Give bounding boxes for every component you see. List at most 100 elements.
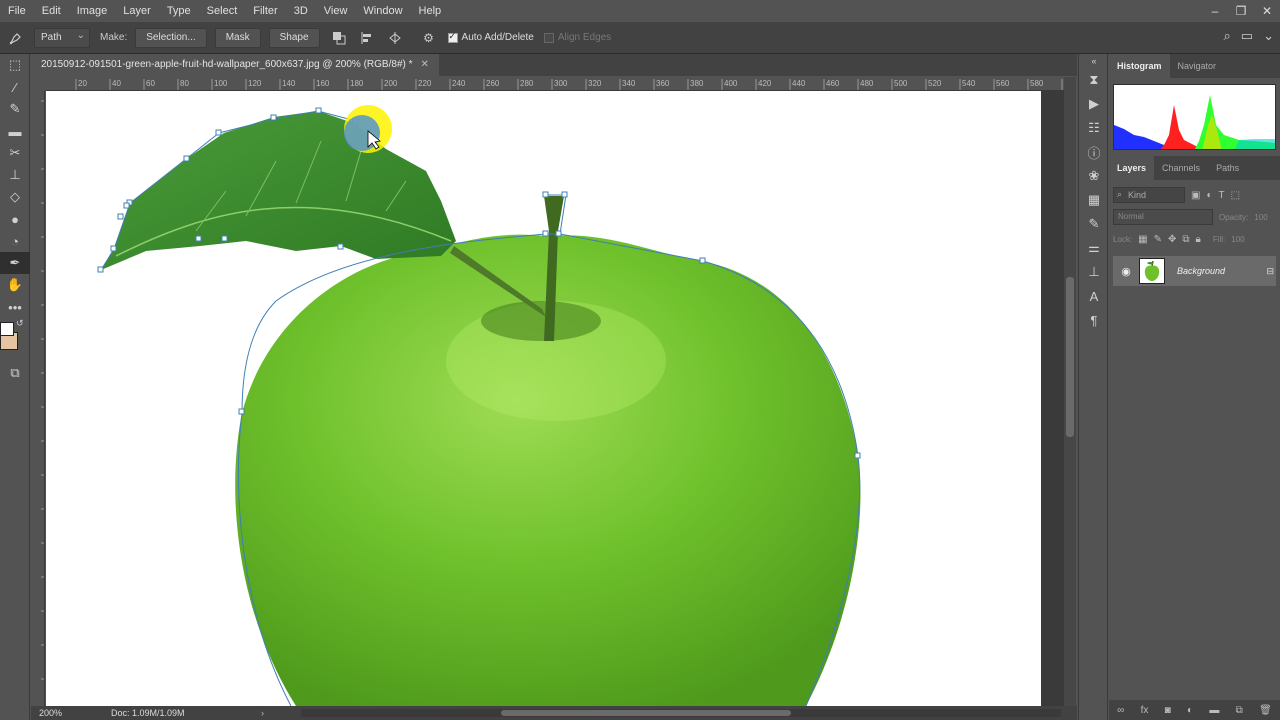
menu-help[interactable]: Help bbox=[411, 0, 450, 22]
paragraph-icon[interactable]: ¶ bbox=[1079, 308, 1109, 332]
make-shape-button[interactable]: Shape bbox=[268, 27, 320, 48]
opacity-value[interactable]: 100 bbox=[1254, 213, 1267, 222]
adjustment-layer-icon[interactable]: ◐ bbox=[1187, 705, 1193, 716]
blur-tool[interactable]: ● bbox=[0, 208, 30, 230]
menu-window[interactable]: Window bbox=[355, 0, 410, 22]
panel-menu-icon[interactable]: ⌄ bbox=[1263, 28, 1274, 44]
workspace-icon[interactable]: ▭ bbox=[1241, 28, 1253, 44]
minimize-button[interactable]: – bbox=[1202, 0, 1228, 22]
dodge-tool[interactable]: ◔ bbox=[0, 230, 30, 252]
eyedropper-tool[interactable]: ✎ bbox=[0, 98, 30, 120]
swap-colors-icon[interactable]: ↺ bbox=[16, 318, 24, 329]
menu-filter[interactable]: Filter bbox=[245, 0, 285, 22]
layer-style-icon[interactable]: fx bbox=[1141, 705, 1149, 716]
foreground-color-swatch[interactable] bbox=[0, 322, 14, 336]
crop-tool[interactable]: ✂ bbox=[0, 142, 30, 164]
color-icon[interactable]: ❀ bbox=[1079, 164, 1109, 188]
filter-type-icon[interactable]: T bbox=[1219, 190, 1225, 201]
path-operations-icon[interactable] bbox=[330, 29, 348, 47]
vertical-ruler[interactable] bbox=[31, 91, 45, 706]
menu-3d[interactable]: 3D bbox=[286, 0, 316, 22]
layer-kind-filter[interactable]: Kind bbox=[1113, 187, 1185, 203]
pen-tool[interactable]: ✒ bbox=[0, 252, 30, 274]
menu-file[interactable]: File bbox=[0, 0, 34, 22]
lock-artboard-icon[interactable]: ⧉ bbox=[1182, 234, 1189, 245]
info-icon[interactable]: ⓘ bbox=[1079, 140, 1109, 164]
delete-layer-icon[interactable]: 🗑︎ bbox=[1259, 705, 1272, 716]
vertical-scroll-thumb[interactable] bbox=[1066, 277, 1074, 437]
adjustments-icon[interactable]: ⚌ bbox=[1079, 236, 1109, 260]
swatches-icon[interactable]: ▦ bbox=[1079, 188, 1109, 212]
layer-background[interactable]: ◉ Background ⊟ bbox=[1113, 256, 1276, 286]
add-mask-icon[interactable]: ◙ bbox=[1165, 705, 1171, 716]
fill-value[interactable]: 100 bbox=[1231, 235, 1244, 244]
menu-view[interactable]: View bbox=[316, 0, 356, 22]
filter-adjustment-icon[interactable]: ◐ bbox=[1206, 190, 1212, 201]
ruler-origin[interactable] bbox=[31, 77, 46, 91]
align-edges-checkbox[interactable]: Align Edges bbox=[543, 32, 611, 43]
healing-tool[interactable]: ▬ bbox=[0, 120, 30, 142]
link-layers-icon[interactable]: ∞ bbox=[1117, 705, 1124, 716]
tab-navigator[interactable]: Navigator bbox=[1170, 54, 1225, 78]
close-window-button[interactable]: ✕ bbox=[1254, 0, 1280, 22]
stamp-tool[interactable]: ⊥ bbox=[0, 164, 30, 186]
lock-paint-icon[interactable]: ✎ bbox=[1154, 234, 1162, 245]
menu-type[interactable]: Type bbox=[159, 0, 199, 22]
menu-layer[interactable]: Layer bbox=[115, 0, 159, 22]
properties-icon[interactable]: ☷ bbox=[1079, 116, 1109, 140]
new-group-icon[interactable]: ▬ bbox=[1209, 705, 1219, 716]
horizontal-scrollbar[interactable] bbox=[301, 709, 1061, 717]
auto-add-delete-checkbox[interactable]: Auto Add/Delete bbox=[447, 31, 534, 43]
lock-move-icon[interactable]: ✥ bbox=[1168, 234, 1176, 245]
clone-source-icon[interactable]: ⊥ bbox=[1079, 260, 1109, 284]
screen-mode-tool[interactable]: ⧉ bbox=[0, 362, 30, 384]
character-icon[interactable]: A bbox=[1079, 284, 1109, 308]
search-icon[interactable]: ⌕ bbox=[1224, 28, 1231, 44]
collapse-arrows-icon[interactable]: « bbox=[1079, 54, 1109, 68]
more-tools[interactable]: ••• bbox=[0, 296, 30, 318]
history-icon[interactable]: ⧗ bbox=[1079, 68, 1109, 92]
menu-edit[interactable]: Edit bbox=[34, 0, 69, 22]
filter-shape-icon[interactable]: ⬚ bbox=[1231, 190, 1240, 201]
visibility-eye-icon[interactable]: ◉ bbox=[1113, 265, 1139, 278]
horizontal-scroll-thumb[interactable] bbox=[501, 710, 791, 716]
ruler-tick-label: 360 bbox=[656, 79, 670, 88]
tab-layers[interactable]: Layers bbox=[1109, 156, 1155, 180]
lock-transparent-icon[interactable]: ▦ bbox=[1138, 234, 1147, 245]
healing-brush-icon: ▬ bbox=[8, 123, 22, 139]
menu-select[interactable]: Select bbox=[199, 0, 246, 22]
tool-mode-select[interactable]: Path bbox=[34, 27, 90, 48]
brushes-icon[interactable]: ✎ bbox=[1079, 212, 1109, 236]
tab-channels[interactable]: Channels bbox=[1154, 156, 1208, 180]
horizontal-ruler[interactable]: 20 40 60 80 100 120 140 160 180 200 220 240 260 280 30… bbox=[46, 77, 1064, 91]
path-arrangement-icon[interactable] bbox=[386, 29, 404, 47]
actions-play-icon[interactable]: ▶ bbox=[1079, 92, 1109, 116]
eraser-tool[interactable]: ◇ bbox=[0, 186, 30, 208]
restore-button[interactable]: ❐ bbox=[1228, 0, 1254, 22]
tab-histogram[interactable]: Histogram bbox=[1109, 54, 1170, 78]
hand-tool[interactable]: ✋ bbox=[0, 274, 30, 296]
path-alignment-icon[interactable] bbox=[358, 29, 376, 47]
document-tab[interactable]: 20150912-091501-green-apple-fruit-hd-wal… bbox=[31, 54, 439, 76]
menu-image[interactable]: Image bbox=[69, 0, 116, 22]
document-canvas[interactable] bbox=[46, 91, 1041, 706]
ruler-tick-label: 260 bbox=[486, 79, 500, 88]
vertical-scrollbar[interactable] bbox=[1064, 77, 1076, 706]
fill-label: Fill: bbox=[1212, 234, 1226, 244]
make-mask-button[interactable]: Mask bbox=[214, 27, 261, 48]
magic-wand-tool[interactable]: ⁄ bbox=[0, 76, 30, 98]
settings-gear-icon[interactable]: ⚙ bbox=[420, 29, 438, 47]
status-menu-icon[interactable]: › bbox=[261, 708, 264, 718]
marquee-tool[interactable]: ⬚ bbox=[0, 54, 30, 76]
tab-paths[interactable]: Paths bbox=[1208, 156, 1247, 180]
blend-mode-select[interactable]: Normal bbox=[1113, 209, 1213, 225]
make-selection-button[interactable]: Selection... bbox=[135, 27, 207, 48]
zoom-level[interactable]: 200% bbox=[31, 708, 91, 718]
close-tab-icon[interactable]: ✕ bbox=[421, 54, 429, 76]
canvas-viewport[interactable] bbox=[46, 91, 1064, 706]
new-layer-icon[interactable]: ⧉ bbox=[1236, 705, 1243, 716]
layer-name[interactable]: Background bbox=[1177, 266, 1266, 276]
filter-pixel-icon[interactable]: ▣ bbox=[1191, 190, 1200, 201]
lock-all-icon[interactable]: 🔒︎ bbox=[1196, 234, 1201, 245]
pen-tool-preset-icon[interactable] bbox=[4, 28, 28, 48]
